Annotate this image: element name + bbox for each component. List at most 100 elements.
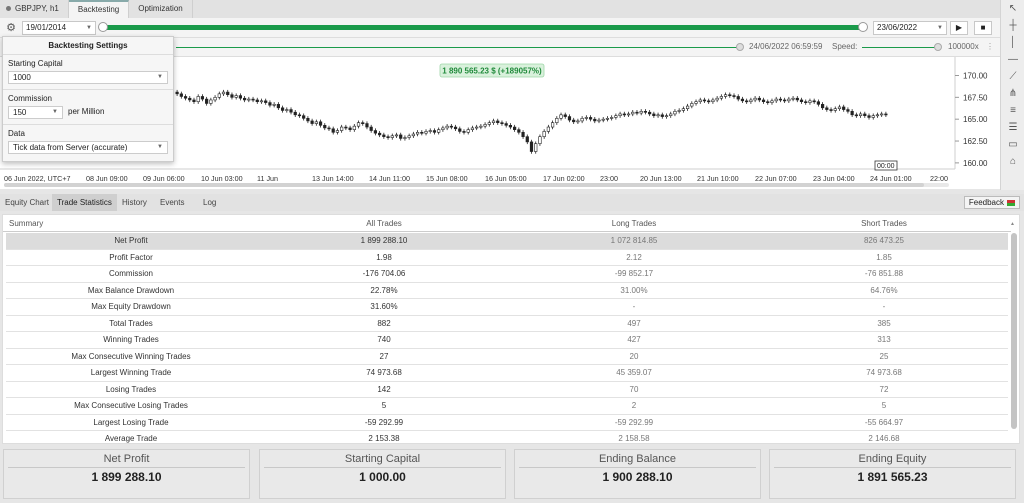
table-row[interactable]: Max Equity Drawdown 31.60% - - [6,299,1008,316]
table-row[interactable]: Average Trade 2 153.38 2 158.58 2 146.68 [6,431,1008,443]
cell-all: 27 [379,351,389,361]
time-handle[interactable] [736,43,744,51]
candle-body [183,96,188,99]
candle-body [382,134,386,137]
candle-body [605,118,610,120]
candle-body [466,129,470,133]
table-row[interactable]: Winning Trades 740 427 313 [6,332,1008,349]
price-tick-label: 160.00 [963,159,988,168]
card-label: Ending Equity [774,453,1011,468]
table-row[interactable]: Total Trades 882 497 385 [6,316,1008,332]
cell-long: - [632,302,636,311]
cell-label: Total Trades [109,318,153,328]
fibonacci-icon[interactable]: ≡ [1001,102,1024,119]
tab-optimization-label: Optimization [138,4,183,13]
candle-body [302,115,306,119]
candle-body [639,111,643,114]
tab-events[interactable]: Events [155,194,189,211]
candle-body [816,101,820,105]
candle-body [702,99,707,102]
candle-body [875,114,880,117]
candle-body [761,99,766,103]
tab-equity-chart[interactable]: Equity Chart [0,194,54,211]
candle-body [217,93,221,98]
candle-body [352,125,356,130]
progress-start-handle[interactable] [98,22,108,32]
vertical-line-icon[interactable]: │ [1001,34,1024,51]
note-icon[interactable]: ▭ [1001,136,1024,153]
table-row[interactable]: Profit Factor 1.98 2.12 1.85 [6,250,1008,266]
candle-body [175,91,179,95]
candle-body [179,93,183,97]
candle-body [297,114,302,117]
table-row[interactable]: Losing Trades 142 70 72 [6,382,1008,398]
table-row[interactable]: Max Consecutive Winning Trades 27 20 25 [6,349,1008,365]
end-date-picker[interactable]: 23/06/2022 ▼ [873,21,947,35]
cell-long: -99 852.17 [614,269,654,278]
commission-input[interactable]: 150 ▼ [8,106,63,119]
progress-track[interactable] [98,22,868,32]
candle-body [386,136,390,138]
cursor-icon[interactable]: ↖ [1001,0,1024,17]
price-tick-label: 165.00 [963,115,988,124]
candle-body [508,125,513,128]
cell-label: Losing Trades [105,384,157,394]
pitchfork-icon[interactable]: ⋔ [1001,85,1024,102]
home-icon[interactable]: ⌂ [1001,153,1024,170]
card-ending-equity: Ending Equity 1 891 565.23 [769,449,1016,499]
candle-body [361,122,365,124]
candle-body [373,130,377,134]
table-scrollbar[interactable]: ▲ ▼ [1010,221,1017,444]
tab-history[interactable]: History [117,194,152,211]
time-tick-label: 15 Jun 08:00 [426,174,468,183]
candle-body [534,143,538,152]
candle-body [626,113,631,116]
candle-body [593,118,597,122]
scroll-down-icon[interactable]: ▼ [1010,443,1015,444]
cell-long: 2 158.58 [618,434,650,443]
tab-symbol[interactable]: GBPJPY, h1 [0,0,69,18]
speed-slider-handle[interactable] [934,43,942,51]
candle-body [837,106,842,109]
table-row[interactable]: Max Balance Drawdown 22.78% 31.00% 64.76% [6,283,1008,299]
progress-end-handle[interactable] [858,22,868,32]
chart-scrollbar-thumb[interactable] [4,183,924,187]
candle-body [719,96,723,99]
candle-body [825,107,829,110]
speed-slider-track[interactable] [862,47,936,48]
cell-label: Largest Winning Trade [90,368,172,377]
table-row[interactable]: Max Consecutive Losing Trades 5 2 5 [6,398,1008,415]
cell-long: -59 292.99 [614,417,654,427]
tab-trade-statistics[interactable]: Trade Statistics [52,194,117,211]
crosshair-icon[interactable]: ┼ [1001,17,1024,34]
tab-backtesting[interactable]: Backtesting [68,0,130,18]
scroll-up-icon[interactable]: ▲ [1010,221,1015,227]
trendline-icon[interactable]: ⟋ [1001,68,1024,85]
table-row[interactable]: Net Profit 1 899 288.10 1 072 814.85 826 47… [6,233,1008,250]
table-row[interactable]: Commission -176 704.06 -99 852.17 -76 851.8… [6,266,1008,283]
candle-body [415,131,420,135]
gear-icon[interactable]: ⚙ [4,21,18,35]
chevron-down-icon: ▼ [86,25,92,31]
table-row[interactable]: Largest Losing Trade -59 292.99 -59 292.99… [6,415,1008,431]
tab-log[interactable]: Log [198,194,221,211]
start-date-picker[interactable]: 19/01/2014 ▼ [22,21,96,35]
play-button[interactable]: ▶ [950,21,968,35]
scrollbar-thumb[interactable] [1011,233,1017,429]
backtesting-settings-panel: Backtesting Settings Starting Capital 10… [2,36,174,162]
candle-body [394,134,399,137]
horizontal-line-icon[interactable]: — [1001,51,1024,68]
data-source-select[interactable]: Tick data from Server (accurate) ▼ [8,141,168,154]
commission-unit: per Million [68,107,105,116]
feedback-button[interactable]: Feedback [963,196,1020,209]
starting-capital-input[interactable]: 1000 ▼ [8,71,168,84]
more-icon[interactable]: ⋮ [986,42,994,51]
fib-extension-icon[interactable]: ☰ [1001,119,1024,136]
table-row[interactable]: Largest Winning Trade 74 973.68 45 359.07 7… [6,365,1008,382]
tab-optimization[interactable]: Optimization [129,0,193,18]
stop-button[interactable]: ■ [974,21,992,35]
candle-body [496,120,500,123]
candle-body [846,109,850,112]
candle-body [681,108,685,111]
commission-label: Commission [8,94,53,103]
